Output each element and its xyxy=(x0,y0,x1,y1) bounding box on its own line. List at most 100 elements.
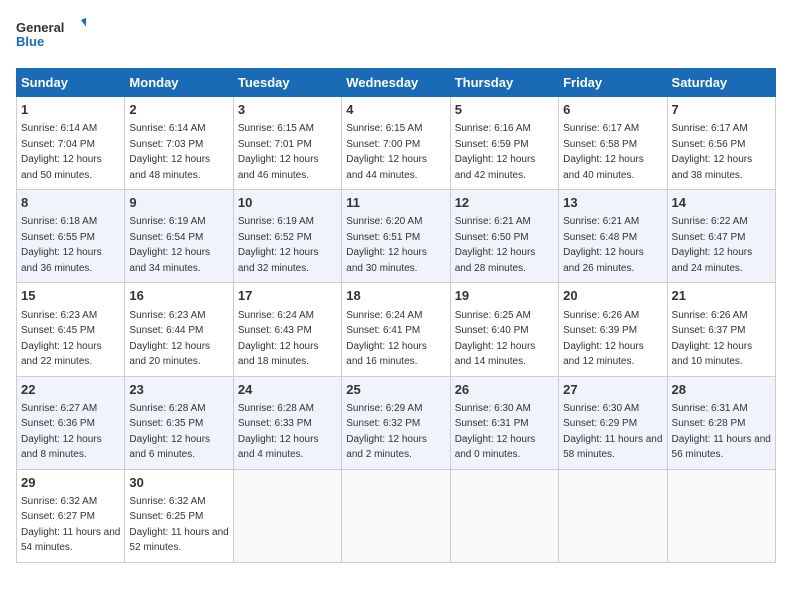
day-number: 16 xyxy=(129,287,228,305)
calendar-day-cell: 19 Sunrise: 6:25 AMSunset: 6:40 PMDaylig… xyxy=(450,283,558,376)
day-detail: Sunrise: 6:23 AMSunset: 6:45 PMDaylight:… xyxy=(21,310,102,368)
day-number: 25 xyxy=(346,381,445,399)
calendar-day-cell xyxy=(559,469,667,562)
calendar-day-cell: 10 Sunrise: 6:19 AMSunset: 6:52 PMDaylig… xyxy=(233,190,341,283)
day-detail: Sunrise: 6:18 AMSunset: 6:55 PMDaylight:… xyxy=(21,216,102,274)
calendar-day-cell: 20 Sunrise: 6:26 AMSunset: 6:39 PMDaylig… xyxy=(559,283,667,376)
day-detail: Sunrise: 6:29 AMSunset: 6:32 PMDaylight:… xyxy=(346,403,427,461)
day-detail: Sunrise: 6:20 AMSunset: 6:51 PMDaylight:… xyxy=(346,216,427,274)
calendar-day-cell xyxy=(450,469,558,562)
day-number: 1 xyxy=(21,101,120,119)
calendar-day-cell: 21 Sunrise: 6:26 AMSunset: 6:37 PMDaylig… xyxy=(667,283,775,376)
day-number: 6 xyxy=(563,101,662,119)
calendar-day-cell: 15 Sunrise: 6:23 AMSunset: 6:45 PMDaylig… xyxy=(17,283,125,376)
header: General Blue xyxy=(16,16,776,56)
calendar-day-cell: 26 Sunrise: 6:30 AMSunset: 6:31 PMDaylig… xyxy=(450,376,558,469)
calendar-day-cell: 1 Sunrise: 6:14 AMSunset: 7:04 PMDayligh… xyxy=(17,97,125,190)
day-number: 24 xyxy=(238,381,337,399)
day-of-week-header: Friday xyxy=(559,69,667,97)
day-number: 12 xyxy=(455,194,554,212)
day-detail: Sunrise: 6:30 AMSunset: 6:29 PMDaylight:… xyxy=(563,403,662,461)
day-number: 29 xyxy=(21,474,120,492)
day-number: 4 xyxy=(346,101,445,119)
calendar-day-cell: 16 Sunrise: 6:23 AMSunset: 6:44 PMDaylig… xyxy=(125,283,233,376)
day-number: 2 xyxy=(129,101,228,119)
day-detail: Sunrise: 6:21 AMSunset: 6:48 PMDaylight:… xyxy=(563,216,644,274)
day-number: 8 xyxy=(21,194,120,212)
calendar-day-cell xyxy=(233,469,341,562)
day-number: 30 xyxy=(129,474,228,492)
day-detail: Sunrise: 6:26 AMSunset: 6:37 PMDaylight:… xyxy=(672,310,753,368)
day-number: 14 xyxy=(672,194,771,212)
calendar-day-cell: 2 Sunrise: 6:14 AMSunset: 7:03 PMDayligh… xyxy=(125,97,233,190)
calendar-header-row: SundayMondayTuesdayWednesdayThursdayFrid… xyxy=(17,69,776,97)
day-number: 19 xyxy=(455,287,554,305)
calendar-day-cell: 22 Sunrise: 6:27 AMSunset: 6:36 PMDaylig… xyxy=(17,376,125,469)
day-of-week-header: Saturday xyxy=(667,69,775,97)
day-number: 11 xyxy=(346,194,445,212)
day-number: 26 xyxy=(455,381,554,399)
day-detail: Sunrise: 6:30 AMSunset: 6:31 PMDaylight:… xyxy=(455,403,536,461)
day-detail: Sunrise: 6:17 AMSunset: 6:58 PMDaylight:… xyxy=(563,123,644,181)
day-detail: Sunrise: 6:19 AMSunset: 6:52 PMDaylight:… xyxy=(238,216,319,274)
day-detail: Sunrise: 6:32 AMSunset: 6:25 PMDaylight:… xyxy=(129,496,228,554)
calendar-table: SundayMondayTuesdayWednesdayThursdayFrid… xyxy=(16,68,776,563)
calendar-week-row: 8 Sunrise: 6:18 AMSunset: 6:55 PMDayligh… xyxy=(17,190,776,283)
svg-text:Blue: Blue xyxy=(16,34,44,49)
calendar-day-cell xyxy=(667,469,775,562)
calendar-day-cell: 3 Sunrise: 6:15 AMSunset: 7:01 PMDayligh… xyxy=(233,97,341,190)
day-detail: Sunrise: 6:15 AMSunset: 7:00 PMDaylight:… xyxy=(346,123,427,181)
calendar-day-cell: 11 Sunrise: 6:20 AMSunset: 6:51 PMDaylig… xyxy=(342,190,450,283)
calendar-day-cell: 13 Sunrise: 6:21 AMSunset: 6:48 PMDaylig… xyxy=(559,190,667,283)
day-detail: Sunrise: 6:16 AMSunset: 6:59 PMDaylight:… xyxy=(455,123,536,181)
logo-svg: General Blue xyxy=(16,16,86,56)
calendar-day-cell: 17 Sunrise: 6:24 AMSunset: 6:43 PMDaylig… xyxy=(233,283,341,376)
day-number: 20 xyxy=(563,287,662,305)
day-detail: Sunrise: 6:23 AMSunset: 6:44 PMDaylight:… xyxy=(129,310,210,368)
day-of-week-header: Monday xyxy=(125,69,233,97)
day-number: 13 xyxy=(563,194,662,212)
day-detail: Sunrise: 6:22 AMSunset: 6:47 PMDaylight:… xyxy=(672,216,753,274)
day-detail: Sunrise: 6:15 AMSunset: 7:01 PMDaylight:… xyxy=(238,123,319,181)
day-number: 21 xyxy=(672,287,771,305)
day-number: 18 xyxy=(346,287,445,305)
day-detail: Sunrise: 6:14 AMSunset: 7:04 PMDaylight:… xyxy=(21,123,102,181)
day-number: 22 xyxy=(21,381,120,399)
calendar-day-cell: 12 Sunrise: 6:21 AMSunset: 6:50 PMDaylig… xyxy=(450,190,558,283)
day-number: 15 xyxy=(21,287,120,305)
day-detail: Sunrise: 6:24 AMSunset: 6:41 PMDaylight:… xyxy=(346,310,427,368)
day-detail: Sunrise: 6:26 AMSunset: 6:39 PMDaylight:… xyxy=(563,310,644,368)
day-number: 5 xyxy=(455,101,554,119)
day-number: 10 xyxy=(238,194,337,212)
calendar-week-row: 29 Sunrise: 6:32 AMSunset: 6:27 PMDaylig… xyxy=(17,469,776,562)
day-detail: Sunrise: 6:28 AMSunset: 6:33 PMDaylight:… xyxy=(238,403,319,461)
day-detail: Sunrise: 6:14 AMSunset: 7:03 PMDaylight:… xyxy=(129,123,210,181)
day-detail: Sunrise: 6:24 AMSunset: 6:43 PMDaylight:… xyxy=(238,310,319,368)
calendar-week-row: 22 Sunrise: 6:27 AMSunset: 6:36 PMDaylig… xyxy=(17,376,776,469)
calendar-day-cell: 14 Sunrise: 6:22 AMSunset: 6:47 PMDaylig… xyxy=(667,190,775,283)
calendar-day-cell: 24 Sunrise: 6:28 AMSunset: 6:33 PMDaylig… xyxy=(233,376,341,469)
calendar-day-cell: 23 Sunrise: 6:28 AMSunset: 6:35 PMDaylig… xyxy=(125,376,233,469)
svg-text:General: General xyxy=(16,20,64,35)
calendar-day-cell: 28 Sunrise: 6:31 AMSunset: 6:28 PMDaylig… xyxy=(667,376,775,469)
calendar-day-cell: 8 Sunrise: 6:18 AMSunset: 6:55 PMDayligh… xyxy=(17,190,125,283)
day-detail: Sunrise: 6:21 AMSunset: 6:50 PMDaylight:… xyxy=(455,216,536,274)
day-detail: Sunrise: 6:17 AMSunset: 6:56 PMDaylight:… xyxy=(672,123,753,181)
day-detail: Sunrise: 6:31 AMSunset: 6:28 PMDaylight:… xyxy=(672,403,771,461)
calendar-day-cell: 5 Sunrise: 6:16 AMSunset: 6:59 PMDayligh… xyxy=(450,97,558,190)
day-detail: Sunrise: 6:25 AMSunset: 6:40 PMDaylight:… xyxy=(455,310,536,368)
calendar-day-cell: 30 Sunrise: 6:32 AMSunset: 6:25 PMDaylig… xyxy=(125,469,233,562)
calendar-day-cell: 27 Sunrise: 6:30 AMSunset: 6:29 PMDaylig… xyxy=(559,376,667,469)
day-of-week-header: Thursday xyxy=(450,69,558,97)
calendar-day-cell: 25 Sunrise: 6:29 AMSunset: 6:32 PMDaylig… xyxy=(342,376,450,469)
day-detail: Sunrise: 6:32 AMSunset: 6:27 PMDaylight:… xyxy=(21,496,120,554)
day-of-week-header: Sunday xyxy=(17,69,125,97)
day-number: 27 xyxy=(563,381,662,399)
day-number: 3 xyxy=(238,101,337,119)
day-detail: Sunrise: 6:19 AMSunset: 6:54 PMDaylight:… xyxy=(129,216,210,274)
day-number: 7 xyxy=(672,101,771,119)
calendar-day-cell: 4 Sunrise: 6:15 AMSunset: 7:00 PMDayligh… xyxy=(342,97,450,190)
day-number: 23 xyxy=(129,381,228,399)
day-detail: Sunrise: 6:28 AMSunset: 6:35 PMDaylight:… xyxy=(129,403,210,461)
calendar-day-cell: 6 Sunrise: 6:17 AMSunset: 6:58 PMDayligh… xyxy=(559,97,667,190)
